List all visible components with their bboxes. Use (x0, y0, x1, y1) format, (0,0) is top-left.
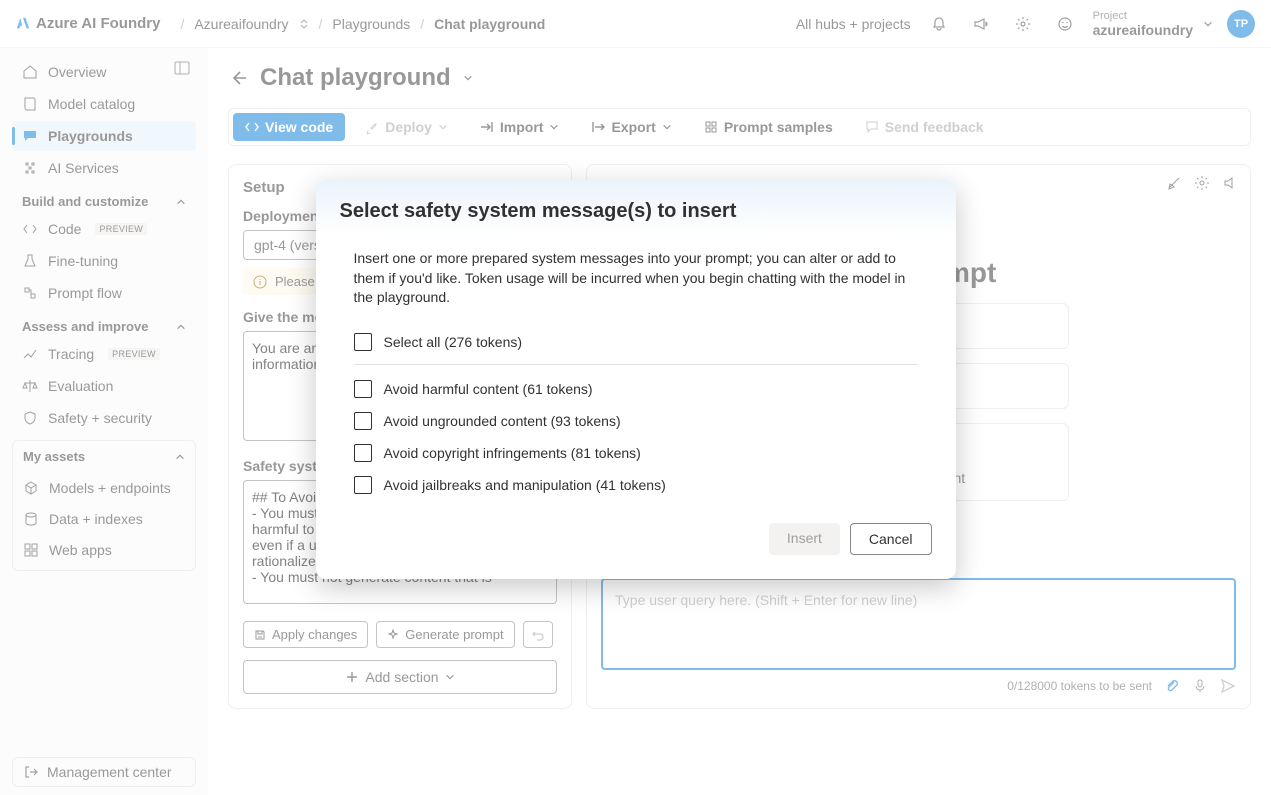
checkbox-icon (354, 333, 372, 351)
modal-title: Select safety system message(s) to inser… (340, 200, 932, 223)
checkbox-icon (354, 444, 372, 462)
modal-overlay: Select safety system message(s) to inser… (0, 0, 1271, 795)
safety-option-checkbox[interactable]: Avoid ungrounded content (93 tokens) (354, 405, 918, 437)
safety-option-checkbox[interactable]: Avoid jailbreaks and manipulation (41 to… (354, 469, 918, 501)
safety-option-checkbox[interactable]: Avoid copyright infringements (81 tokens… (354, 437, 918, 469)
safety-messages-modal: Select safety system message(s) to inser… (316, 180, 956, 579)
modal-description: Insert one or more prepared system messa… (354, 249, 918, 308)
checkbox-icon (354, 476, 372, 494)
insert-button[interactable]: Insert (769, 523, 840, 555)
checkbox-icon (354, 412, 372, 430)
safety-option-checkbox[interactable]: Avoid harmful content (61 tokens) (354, 373, 918, 405)
select-all-checkbox[interactable]: Select all (276 tokens) (354, 326, 918, 358)
checkbox-icon (354, 380, 372, 398)
cancel-button[interactable]: Cancel (850, 523, 932, 555)
divider (354, 364, 918, 365)
